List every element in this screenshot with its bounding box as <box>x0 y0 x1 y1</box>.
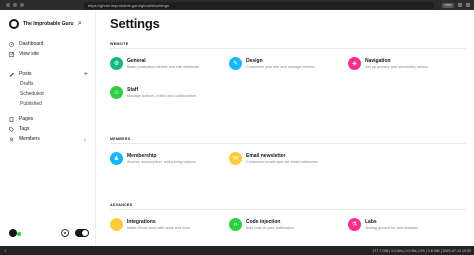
flask-icon: ⚗ <box>348 218 361 231</box>
avatar[interactable] <box>9 229 17 237</box>
card-title: Membership <box>127 153 157 159</box>
sidebar-item-drafts[interactable]: Drafts <box>20 80 102 88</box>
sidebar-item-pages[interactable]: Pages <box>9 115 91 123</box>
card-title: Labs <box>365 219 377 225</box>
system-status-bar: 1 177.7 GiB | 0.0 B/s | 0.0 B/s | 0% | 3… <box>0 246 474 255</box>
sidebar-item-label: Scheduled <box>20 91 44 97</box>
online-status-icon <box>17 232 21 236</box>
sidebar-item-tags[interactable]: Tags <box>9 125 91 133</box>
settings-main: Settings WEBSITE ⚙ General Basic publicat… <box>96 10 474 246</box>
sidebar-item-label: Published <box>20 101 42 107</box>
card-desc: Manage authors, editor and collaborators <box>127 94 197 98</box>
members-count: 0 <box>83 136 86 142</box>
sidebar-item-view-site[interactable]: View site <box>9 50 91 58</box>
card-desc: Customize emails and set email addresses <box>246 160 319 164</box>
settings-card-integrations[interactable]: ⚡ Integrations Make Ghost work with apps … <box>110 218 220 238</box>
sidebar-item-label: Tags <box>19 126 30 132</box>
sidebar-item-label: Dashboard <box>19 41 44 47</box>
card-title: Navigation <box>365 58 391 64</box>
code-icon: ‹› <box>229 218 242 231</box>
sidebar-item-label: View site <box>19 51 39 57</box>
site-name: The Improbable Guru <box>23 21 74 27</box>
divider <box>110 209 466 210</box>
forward-icon[interactable] <box>13 3 17 7</box>
back-icon[interactable] <box>6 3 10 7</box>
settings-card-email-newsletter[interactable]: ✉ Email newsletter Customize emails and s… <box>229 152 339 172</box>
settings-gear-icon[interactable] <box>61 229 69 237</box>
settings-card-code-injection[interactable]: ‹› Code injection Add code to your public… <box>229 218 339 238</box>
reload-icon[interactable] <box>20 3 24 7</box>
members-icon: ♟ <box>110 152 123 165</box>
sidebar-item-scheduled[interactable]: Scheduled <box>20 90 102 98</box>
sidebar-item-label: Members <box>19 136 40 142</box>
settings-card-staff[interactable]: ☺ Staff Manage authors, editor and collab… <box>110 86 220 106</box>
menu-icon[interactable] <box>466 3 470 7</box>
posts-icon <box>9 72 14 77</box>
address-bar[interactable]: https://ghost.improbable.guru/ghost/#/se… <box>84 1 434 9</box>
new-post-icon[interactable]: + <box>84 71 88 78</box>
workspace-indicator[interactable]: 1 <box>4 248 6 253</box>
card-title: General <box>127 58 146 64</box>
external-icon <box>9 51 14 57</box>
sidebar-item-published[interactable]: Published <box>20 100 102 108</box>
settings-card-labs[interactable]: ⚗ Labs Testing ground for new features <box>348 218 458 238</box>
site-brand[interactable]: The Improbable Guru <box>9 19 74 29</box>
gear-icon: ⚙ <box>110 57 123 70</box>
tag-icon <box>9 126 14 132</box>
dark-mode-toggle[interactable] <box>75 229 89 237</box>
card-title: Design <box>246 58 263 64</box>
card-desc: Make Ghost work with apps and tools <box>127 226 191 230</box>
card-desc: Add code to your publication <box>246 226 294 230</box>
plug-icon: ⚡ <box>110 218 123 231</box>
card-desc: Testing ground for new features <box>365 226 419 230</box>
divider <box>110 48 466 49</box>
card-desc: Access, subscription, and pricing option… <box>127 160 196 164</box>
members-icon <box>9 136 14 142</box>
card-desc: Customize your site and manage themes <box>246 65 316 69</box>
page-title: Settings <box>110 16 160 31</box>
sidebar-item-dashboard[interactable]: Dashboard <box>9 40 91 48</box>
sidebar-item-members[interactable]: Members 0 <box>9 135 91 143</box>
sidebar-item-label: Posts <box>19 71 32 77</box>
compass-icon: ◈ <box>348 57 361 70</box>
staff-icon: ☺ <box>110 86 123 99</box>
section-label-members: MEMBERS <box>110 137 131 141</box>
card-title: Integrations <box>127 219 156 225</box>
divider <box>110 143 466 144</box>
settings-card-membership[interactable]: ♟ Membership Access, subscription, and pr… <box>110 152 220 172</box>
card-title: Code injection <box>246 219 281 225</box>
sidebar: The Improbable Guru ⌕ Dashboard View sit… <box>0 10 96 246</box>
dashboard-icon <box>9 41 14 47</box>
card-desc: Basic publication details and site metad… <box>127 65 199 69</box>
settings-card-design[interactable]: ✎ Design Customize your site and manage t… <box>229 57 339 77</box>
sidebar-item-label: Pages <box>19 116 34 122</box>
mail-icon: ✉ <box>229 152 242 165</box>
sidebar-footer <box>9 227 89 239</box>
sidebar-item-posts[interactable]: Posts + <box>9 70 91 78</box>
section-label-advanced: ADVANCED <box>110 203 133 207</box>
settings-card-general[interactable]: ⚙ General Basic publication details and s… <box>110 57 220 77</box>
card-title: Staff <box>127 87 139 93</box>
card-title: Email newsletter <box>246 153 286 159</box>
sidebar-item-label: Drafts <box>20 81 34 87</box>
brush-icon: ✎ <box>229 57 242 70</box>
extensions-icon[interactable] <box>458 3 462 7</box>
section-label-website: WEBSITE <box>110 42 129 46</box>
window-controls <box>6 3 24 7</box>
card-desc: Set up primary and secondary menus <box>365 65 429 69</box>
site-logo-icon <box>9 19 19 29</box>
pages-icon <box>9 116 14 122</box>
search-icon[interactable]: ⌕ <box>78 20 82 28</box>
browser-toolbar: https://ghost.improbable.guru/ghost/#/se… <box>0 0 474 10</box>
system-stats: 177.7 GiB | 0.0 B/s | 0.0 B/s | 0% | 3.8… <box>372 248 471 253</box>
zoom-badge[interactable]: 125% <box>442 2 454 8</box>
settings-card-navigation[interactable]: ◈ Navigation Set up primary and secondary… <box>348 57 458 77</box>
